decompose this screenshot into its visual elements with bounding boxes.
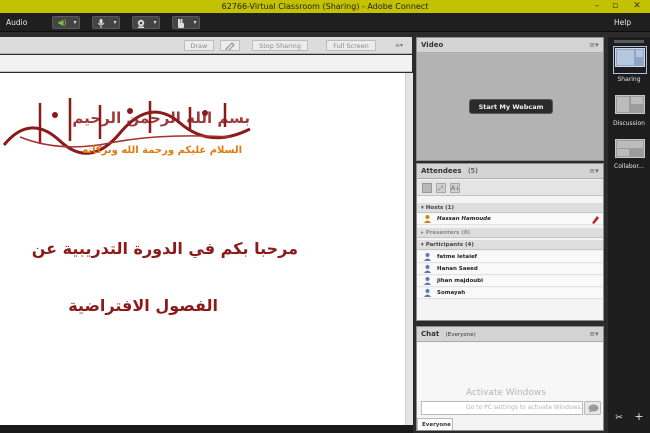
layouts-bar: Sharing Discussion Collabor... ✂ +: [608, 37, 650, 433]
participant-row[interactable]: Somayah: [417, 288, 603, 299]
thumb-pane: [617, 97, 629, 112]
pencil-icon: [225, 42, 235, 52]
presenters-section[interactable]: ▸ Presenters (0): [417, 228, 603, 238]
chevron-down-icon: ▾: [193, 19, 197, 26]
chat-scope: (Everyone): [445, 332, 476, 338]
attendees-title: Attendees: [421, 167, 462, 175]
annotate-button[interactable]: [220, 40, 240, 52]
layouts-grip: [614, 40, 644, 43]
layout-discussion[interactable]: [615, 95, 645, 114]
breakout-icon[interactable]: ⤢: [436, 183, 446, 193]
layout-discussion-label: Discussion: [613, 120, 645, 127]
pencil-icon: [592, 216, 599, 224]
participant-row[interactable]: fatme letaief: [417, 252, 603, 263]
welcome-line-2: الفصول الافتراضية: [68, 296, 218, 315]
host-row[interactable]: Hassan Hamoude: [417, 214, 603, 225]
chevron-down-icon: ▾: [113, 19, 117, 26]
basmala-text: بسم الله الرحمن الرحيم: [72, 109, 250, 127]
microphone-button[interactable]: ▾: [92, 16, 120, 29]
video-pod-title: Video: [417, 38, 603, 53]
send-message-icon: [588, 404, 599, 413]
host-name: Hassan Hamoude: [437, 216, 491, 222]
microphone-icon: [97, 19, 105, 28]
draw-button[interactable]: Draw: [184, 40, 214, 51]
video-pod: Video ≡▾ Start My Webcam: [416, 37, 604, 161]
participant-row[interactable]: jihan majdoubi: [417, 276, 603, 287]
list-view-icon[interactable]: [422, 183, 432, 193]
tools-icon[interactable]: ✂: [614, 413, 624, 423]
person-icon: [424, 265, 431, 273]
pod-menu-icon[interactable]: ≡▾: [392, 40, 406, 51]
thumb-pane: [636, 50, 643, 57]
person-icon: [424, 289, 431, 297]
welcome-line-1: مرحبا بكم في الدورة التدريبية عن: [31, 239, 298, 258]
presenters-label: Presenters (0): [425, 230, 471, 236]
chat-tab-everyone[interactable]: Everyone: [417, 418, 453, 430]
layout-collaboration-label: Collabor...: [614, 163, 644, 170]
person-icon: [424, 277, 431, 285]
chat-pod: Chat (Everyone) ≡▾ Activate Windows Go t…: [416, 326, 604, 431]
watermark-sub: Go to PC settings to activate Windows.: [466, 404, 583, 411]
watermark-title: Activate Windows: [466, 388, 546, 398]
chat-pod-header: Chat (Everyone): [417, 327, 603, 342]
share-pod-subbar: [0, 55, 412, 72]
person-icon: [424, 253, 431, 261]
thumb-pane: [617, 50, 634, 65]
participants-label: Participants (4): [425, 242, 474, 248]
audio-menu[interactable]: Audio: [6, 13, 27, 32]
pod-menu-icon[interactable]: ≡▾: [587, 38, 601, 53]
webcam-button[interactable]: ▾: [132, 16, 160, 29]
greeting-text: السلام عليكم ورحمة الله وبركاته: [82, 145, 242, 156]
host-icon: [424, 215, 431, 223]
layout-sharing[interactable]: [615, 48, 645, 67]
shared-slide: بسم الله الرحمن الرحيم السلام عليكم ورحم…: [0, 73, 405, 425]
basmala-calligraphy: بسم الله الرحمن الرحيم السلام عليكم ورحم…: [0, 93, 255, 163]
thumb-pane: [631, 97, 643, 104]
chat-title: Chat: [421, 330, 440, 338]
speaker-icon: ◀): [57, 18, 67, 27]
hosts-section[interactable]: ▾ Hosts (1): [417, 203, 603, 213]
pod-menu-icon[interactable]: ≡▾: [587, 164, 601, 179]
help-menu[interactable]: Help: [614, 13, 631, 32]
start-webcam-button[interactable]: Start My Webcam: [469, 99, 553, 114]
raise-hand-icon: [178, 19, 184, 28]
pod-menu-icon[interactable]: ≡▾: [587, 327, 601, 342]
stop-sharing-button[interactable]: Stop Sharing: [252, 40, 308, 51]
layout-sharing-label: Sharing: [617, 76, 641, 83]
attendees-count: (5): [467, 167, 478, 175]
raise-hand-button[interactable]: ▾: [172, 16, 200, 29]
full-screen-button[interactable]: Full Screen: [326, 40, 376, 51]
thumb-pane: [617, 141, 643, 148]
maximize-button[interactable]: ▫: [606, 0, 624, 13]
chevron-down-icon: ▾: [153, 19, 157, 26]
attendees-pod-header: Attendees (5): [417, 164, 603, 179]
chevron-down-icon: ▾: [73, 19, 77, 26]
participants-section[interactable]: ▾ Participants (4): [417, 240, 603, 250]
attendees-pod: Attendees (5) ≡▾ ⤢ A↓ ▾ Hosts (1) Hassan…: [416, 163, 604, 321]
webcam-icon: [137, 19, 145, 28]
participant-row[interactable]: Hanan Saeed: [417, 264, 603, 275]
thumb-pane: [617, 149, 629, 156]
slide-scrollbar[interactable]: [405, 73, 413, 425]
speaker-button[interactable]: ◀) ▾: [52, 16, 80, 29]
layout-collaboration[interactable]: [615, 139, 645, 158]
bottom-strip: [0, 425, 413, 433]
sort-icon[interactable]: A↓: [450, 183, 460, 193]
attendees-view-toolbar: ⤢ A↓: [417, 180, 603, 196]
add-layout-icon[interactable]: +: [634, 411, 644, 422]
hosts-label: Hosts (1): [425, 205, 455, 211]
minimize-button[interactable]: –: [588, 0, 606, 13]
send-message-button[interactable]: [584, 401, 601, 415]
window-title: 62766-Virtual Classroom (Sharing) - Adob…: [221, 2, 429, 11]
close-window-button[interactable]: ✕: [624, 0, 650, 13]
